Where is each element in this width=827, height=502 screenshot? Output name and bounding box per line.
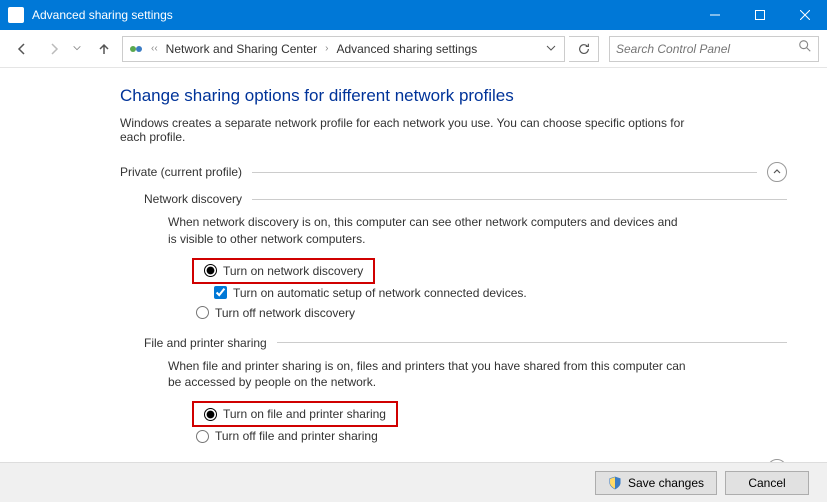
radio-input[interactable] (204, 264, 217, 277)
subsection-network-discovery: Network discovery When network discovery… (144, 192, 787, 322)
breadcrumb[interactable]: ‹‹ Network and Sharing Center › Advanced… (122, 36, 565, 62)
subsection-file-printer: File and printer sharing When file and p… (144, 336, 787, 446)
refresh-button[interactable] (569, 36, 599, 62)
divider (252, 199, 787, 200)
network-icon (127, 40, 145, 58)
radio-label: Turn off network discovery (215, 306, 355, 320)
highlight-box: Turn on network discovery (192, 258, 375, 284)
radio-label: Turn on network discovery (223, 264, 363, 278)
titlebar: Advanced sharing settings (0, 0, 827, 30)
search-icon (798, 39, 812, 58)
checkbox-label: Turn on automatic setup of network conne… (233, 286, 527, 300)
chevron-right-icon: › (321, 43, 332, 54)
search-input[interactable] (609, 36, 819, 62)
page-description: Windows creates a separate network profi… (120, 116, 690, 144)
expand-button[interactable] (767, 459, 787, 462)
subsection-description: When network discovery is on, this compu… (168, 214, 688, 248)
up-button[interactable] (90, 35, 118, 63)
radio-label: Turn on file and printer sharing (223, 407, 386, 421)
back-button[interactable] (8, 35, 36, 63)
close-button[interactable] (782, 0, 827, 30)
cancel-button[interactable]: Cancel (725, 471, 809, 495)
chevron-down-icon[interactable] (542, 42, 560, 56)
search-field[interactable] (616, 42, 798, 56)
subsection-label: File and printer sharing (144, 336, 267, 350)
radio-file-printer-on[interactable]: Turn on file and printer sharing (200, 405, 390, 423)
footer: Save changes Cancel (0, 462, 827, 502)
minimize-button[interactable] (692, 0, 737, 30)
button-label: Cancel (748, 476, 785, 490)
section-label: Private (current profile) (120, 165, 242, 179)
checkbox-input[interactable] (214, 286, 227, 299)
shield-icon (608, 476, 622, 490)
radio-file-printer-off[interactable]: Turn off file and printer sharing (192, 427, 787, 445)
subsection-label: Network discovery (144, 192, 242, 206)
breadcrumb-item[interactable]: Network and Sharing Center (164, 42, 319, 56)
window-title: Advanced sharing settings (32, 8, 692, 22)
history-dropdown[interactable] (72, 40, 86, 58)
divider (252, 172, 757, 173)
maximize-button[interactable] (737, 0, 782, 30)
app-icon (8, 7, 24, 23)
subsection-description: When file and printer sharing is on, fil… (168, 358, 688, 392)
highlight-box: Turn on file and printer sharing (192, 401, 398, 427)
forward-button[interactable] (40, 35, 68, 63)
radio-label: Turn off file and printer sharing (215, 429, 378, 443)
radio-network-discovery-off[interactable]: Turn off network discovery (192, 304, 787, 322)
breadcrumb-item[interactable]: Advanced sharing settings (334, 42, 479, 56)
collapse-button[interactable] (767, 162, 787, 182)
radio-input[interactable] (196, 306, 209, 319)
radio-input[interactable] (204, 408, 217, 421)
navbar: ‹‹ Network and Sharing Center › Advanced… (0, 30, 827, 68)
radio-network-discovery-on[interactable]: Turn on network discovery (200, 262, 367, 280)
page-title: Change sharing options for different net… (120, 86, 787, 106)
section-private-header[interactable]: Private (current profile) (120, 162, 787, 182)
checkbox-auto-setup[interactable]: Turn on automatic setup of network conne… (192, 284, 787, 302)
content-area: Change sharing options for different net… (0, 68, 827, 462)
save-changes-button[interactable]: Save changes (595, 471, 717, 495)
button-label: Save changes (628, 476, 704, 490)
breadcrumb-separator: ‹‹ (147, 43, 162, 54)
radio-input[interactable] (196, 430, 209, 443)
divider (277, 342, 787, 343)
